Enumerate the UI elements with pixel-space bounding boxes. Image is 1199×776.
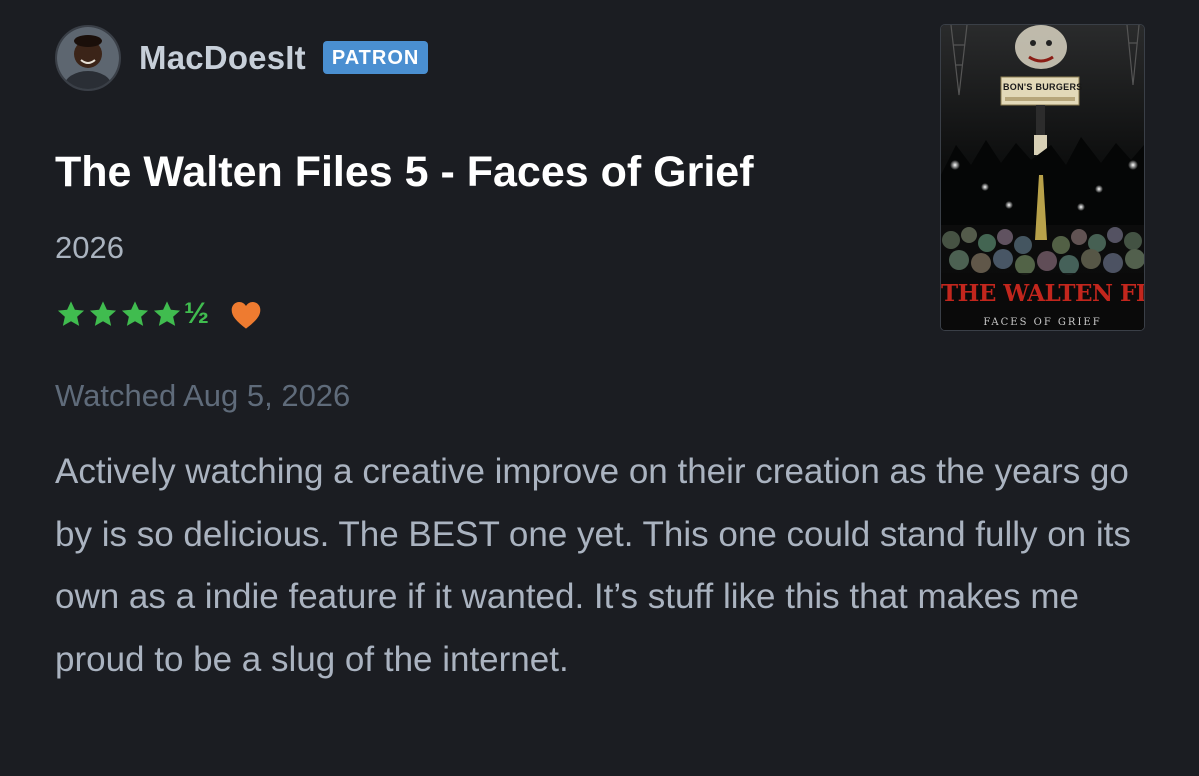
film-year[interactable]: 2026 [55,230,124,266]
review-card: MacDoesIt PATRON The Walten Files 5 - Fa… [0,0,1199,776]
patron-badge: PATRON [322,40,429,74]
rating-row: ½ [55,298,263,330]
film-poster[interactable]: BON'S BURGERS THE WALTEN FILES FACES OF … [940,24,1145,331]
poster-title-text: THE WALTEN FILES [941,280,1145,307]
poster-subtitle-text: FACES OF GRIEF [983,317,1102,328]
film-title[interactable]: The Walten Files 5 - Faces of Grief [55,148,754,197]
star-icon [89,301,117,326]
review-text: Actively watching a creative improve on … [55,452,1131,679]
heart-icon [231,302,261,329]
watched-date: Watched Aug 5, 2026 [55,378,351,413]
username[interactable]: MacDoesIt [139,39,306,77]
star-icon [121,301,149,326]
star-icon [57,301,85,326]
star-icon [153,301,181,326]
review-author[interactable]: MacDoesIt PATRON [55,24,429,92]
half-star-mark: ½ [184,297,210,330]
avatar[interactable] [55,25,121,91]
poster-sign-text: BON'S BURGERS [1003,82,1083,92]
star-rating: ½ [55,298,209,330]
